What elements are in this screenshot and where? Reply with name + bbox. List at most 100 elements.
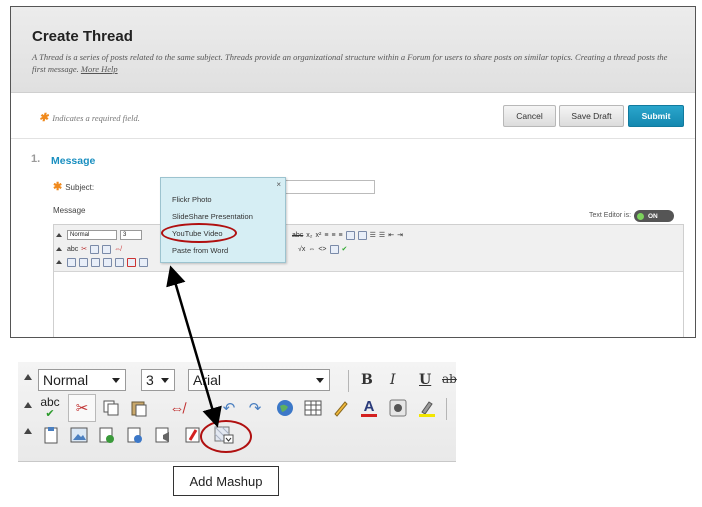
toolbar-row-2: abc ✂ ⇎ (56, 243, 121, 255)
section-title: Message (51, 155, 96, 167)
required-asterisk-icon: ✱ (53, 181, 63, 193)
youtube-highlight-oval (161, 223, 237, 243)
align-right-icon[interactable]: ≡ (339, 232, 343, 239)
collapse-row-icon[interactable] (56, 260, 62, 264)
toolbar-separator (348, 370, 349, 392)
font-size-select[interactable]: 3 (141, 369, 175, 391)
text-color-icon[interactable]: A (358, 397, 380, 419)
indent-icon[interactable]: ⇥ (397, 231, 403, 239)
insert-audio-icon[interactable] (152, 424, 174, 446)
collapse-row-icon[interactable] (24, 402, 32, 408)
page-header: Create Thread A Thread is a series of po… (11, 7, 695, 93)
text-editor-label: Text Editor is: (589, 212, 632, 219)
insert-media-icon[interactable] (96, 424, 118, 446)
html-source-icon[interactable]: <> (318, 246, 326, 253)
redo-icon[interactable]: ↷ (244, 397, 266, 419)
subscript-icon[interactable]: x₂ (306, 232, 312, 239)
strikethrough-icon[interactable]: abc (292, 232, 303, 239)
section-number: 1. (31, 153, 41, 165)
insert-media-icon[interactable] (91, 257, 100, 267)
insert-table-icon[interactable] (302, 397, 324, 419)
insert-audio-icon[interactable] (115, 257, 124, 267)
paragraph-format-select[interactable]: Normal (38, 369, 126, 391)
menu-item-slideshare-presentation[interactable]: SlideShare Presentation (172, 212, 253, 221)
collapse-row-icon[interactable] (56, 247, 62, 251)
font-family-value: Arial (193, 372, 222, 388)
unlink-icon[interactable]: ⇎ (114, 246, 121, 253)
paragraph-format-value: Normal (43, 372, 89, 388)
highlighter-pencil-icon[interactable] (330, 397, 352, 419)
insert-image-icon[interactable] (79, 257, 88, 267)
subject-label-text: Subject: (65, 183, 95, 192)
math-icon[interactable]: √x (298, 246, 305, 253)
unlink-icon[interactable]: ⇎ (164, 397, 190, 419)
superscript-icon[interactable]: x² (316, 232, 322, 239)
close-icon[interactable]: × (276, 180, 281, 189)
create-thread-screenshot: Create Thread A Thread is a series of po… (10, 6, 696, 338)
insert-flash-icon[interactable] (127, 257, 136, 267)
ordered-list-icon[interactable]: ☰ (370, 231, 376, 239)
cut-icon[interactable]: ✂ (68, 394, 96, 422)
page-description: A Thread is a series of posts related to… (32, 51, 672, 75)
collapse-row-icon[interactable] (24, 374, 32, 380)
link-icon[interactable]: ⇔ (308, 246, 315, 253)
copy-icon[interactable] (100, 397, 122, 419)
font-family-select[interactable]: Arial (188, 369, 330, 391)
more-help-link[interactable]: More Help (81, 64, 118, 74)
undo-icon[interactable]: ↶ (218, 397, 240, 419)
submit-button[interactable]: Submit (628, 105, 684, 127)
toggle-indicator-icon (637, 212, 644, 220)
strikethrough-button[interactable]: ab (442, 372, 457, 386)
spellcheck-icon[interactable]: abc ✔ (38, 396, 62, 420)
message-label: Message (53, 206, 86, 215)
subject-input[interactable] (281, 180, 375, 194)
replace-icon[interactable] (357, 230, 367, 240)
background-color-icon[interactable] (416, 397, 438, 419)
copy-icon[interactable] (90, 244, 100, 254)
required-asterisk-icon: ✱ (39, 112, 49, 124)
font-size-select[interactable]: 3 (120, 230, 142, 240)
toolbar-separator (446, 398, 447, 420)
required-note-text: Indicates a required field. (52, 113, 140, 123)
insert-file-icon[interactable] (103, 257, 112, 267)
paste-icon[interactable] (128, 397, 150, 419)
cancel-button[interactable]: Cancel (503, 105, 556, 127)
attach-file-icon[interactable] (40, 424, 62, 446)
required-field-note: ✱ Indicates a required field. (39, 111, 140, 124)
add-mashup-caption: Add Mashup (173, 466, 279, 496)
check-mark-icon: ✔ (45, 408, 55, 420)
spellcheck-toggle-icon[interactable]: ✔ (342, 245, 348, 253)
spellcheck-label: abc (40, 395, 60, 409)
spellcheck-icon[interactable]: abc (67, 246, 78, 253)
add-mashup-icon[interactable] (139, 257, 148, 267)
chevron-down-icon (316, 378, 324, 383)
bold-button[interactable]: B (361, 372, 373, 388)
underline-button[interactable]: U (419, 372, 431, 388)
mashup-icon-highlight-oval (200, 420, 252, 453)
cut-icon[interactable]: ✂ (81, 245, 87, 253)
toolbar-row-2-right: √x ⇔ <> ✔ (298, 243, 347, 255)
subject-label: ✱ Subject: (53, 180, 94, 193)
save-draft-button[interactable]: Save Draft (559, 105, 624, 127)
mashup-menu: × Flickr Photo SlideShare Presentation Y… (160, 177, 286, 263)
align-center-icon[interactable]: ≡ (331, 232, 335, 239)
insert-link-globe-icon[interactable] (274, 397, 296, 419)
align-left-icon[interactable]: ≡ (324, 232, 328, 239)
preview-icon[interactable] (329, 244, 339, 254)
menu-item-paste-from-word[interactable]: Paste from Word (172, 246, 228, 255)
collapse-row-icon[interactable] (24, 428, 32, 434)
insert-image-icon[interactable] (68, 424, 90, 446)
find-icon[interactable] (345, 230, 355, 240)
outdent-icon[interactable]: ⇤ (388, 231, 394, 239)
text-editor-toggle[interactable]: ON (634, 210, 674, 222)
toolbar-row-1: Normal 3 (56, 229, 142, 241)
special-character-icon[interactable] (387, 397, 409, 419)
unordered-list-icon[interactable]: ☰ (379, 231, 385, 239)
insert-file-icon[interactable] (124, 424, 146, 446)
menu-item-flickr-photo[interactable]: Flickr Photo (172, 195, 212, 204)
paste-icon[interactable] (102, 244, 112, 254)
italic-button[interactable]: I (390, 372, 396, 388)
attach-file-icon[interactable] (67, 257, 76, 267)
collapse-row-icon[interactable] (56, 233, 62, 237)
paragraph-format-select[interactable]: Normal (67, 230, 117, 240)
